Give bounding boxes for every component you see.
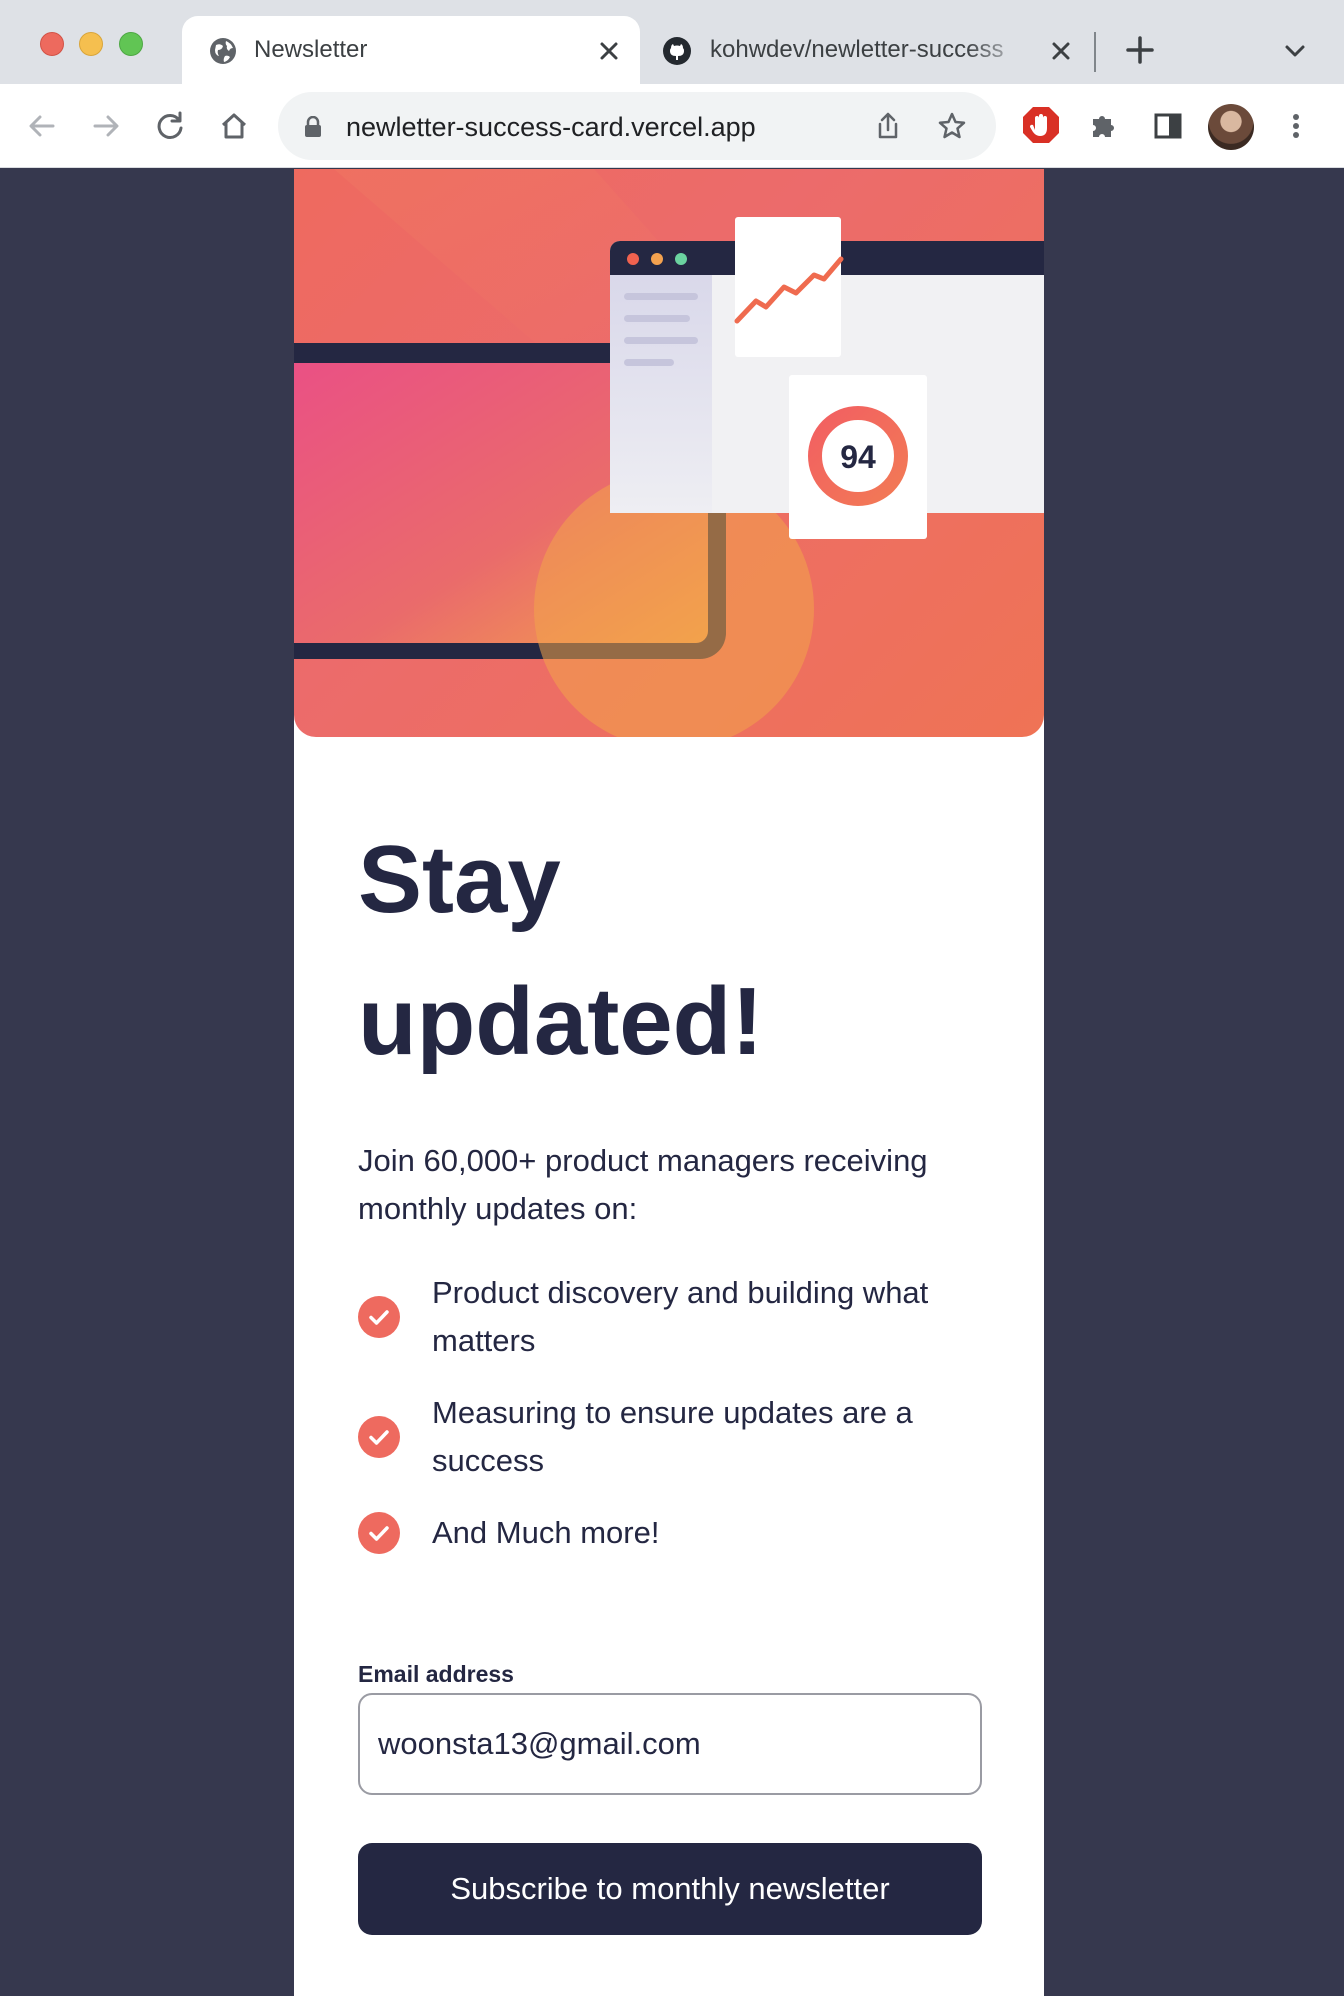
tab-newsletter[interactable]: Newsletter: [182, 16, 640, 84]
new-tab-button[interactable]: [1124, 34, 1156, 66]
arrow-right-icon: [93, 115, 119, 137]
check-icon: [358, 1416, 400, 1458]
title-line-1: Stay: [358, 826, 561, 933]
forward-button[interactable]: [86, 106, 126, 146]
tab-title: kohwdev/newletter-success: [710, 36, 1004, 63]
list-item: Product discovery and building what matt…: [358, 1269, 988, 1365]
tab-separator: [1094, 32, 1096, 72]
page-background: 94 Stay updated! Join 60,000+ product ma…: [0, 169, 1344, 1996]
benefits-list: Product discovery and building what matt…: [358, 1269, 988, 1557]
window-close-button[interactable]: [40, 32, 64, 56]
reload-icon: [157, 111, 183, 139]
email-label: Email address: [358, 1661, 514, 1687]
back-button[interactable]: [22, 106, 62, 146]
bookmark-star-icon[interactable]: [936, 110, 968, 142]
tab-title: Newsletter: [254, 36, 368, 63]
arrow-left-icon: [29, 115, 55, 137]
share-icon[interactable]: [872, 110, 904, 142]
newsletter-card: 94 Stay updated! Join 60,000+ product ma…: [294, 169, 1044, 1996]
title-line-2: updated!: [358, 968, 764, 1075]
list-item: And Much more!: [358, 1509, 988, 1557]
page-title: Stay updated!: [358, 809, 988, 1093]
tab-github[interactable]: kohwdev/newletter-success: [642, 16, 1092, 84]
check-icon: [358, 1296, 400, 1338]
address-bar[interactable]: newletter-success-card.vercel.app: [278, 92, 996, 160]
browser-menu-button[interactable]: [1276, 106, 1316, 146]
reload-button[interactable]: [150, 106, 190, 146]
home-icon: [221, 113, 247, 139]
globe-icon: [210, 38, 236, 64]
score-value: 94: [840, 439, 876, 475]
chevron-down-icon[interactable]: [1280, 36, 1310, 66]
side-panel-button[interactable]: [1148, 106, 1188, 146]
extensions-button[interactable]: [1084, 106, 1124, 146]
puzzle-icon: [1093, 116, 1114, 137]
close-icon[interactable]: [596, 38, 622, 64]
window-zoom-button[interactable]: [119, 32, 143, 56]
lock-icon: [305, 116, 321, 137]
benefit-text: Measuring to ensure updates are a succes…: [432, 1395, 913, 1478]
adblock-extension-icon[interactable]: [1020, 104, 1062, 146]
benefit-text: And Much more!: [432, 1515, 660, 1550]
profile-avatar[interactable]: [1208, 104, 1254, 150]
intro-text: Join 60,000+ product managers receiving …: [358, 1143, 928, 1226]
home-button[interactable]: [214, 106, 254, 146]
subscribe-button[interactable]: Subscribe to monthly newsletter: [358, 1843, 982, 1935]
window-minimize-button[interactable]: [79, 32, 103, 56]
email-field[interactable]: [358, 1693, 982, 1795]
url-text: newletter-success-card.vercel.app: [346, 112, 756, 142]
benefit-text: Product discovery and building what matt…: [432, 1275, 929, 1358]
hero-illustration: 94: [294, 169, 1044, 737]
dashboard-illustration: 94: [294, 169, 1044, 737]
github-icon: [663, 37, 691, 65]
side-panel-icon: [1154, 113, 1182, 139]
browser-toolbar: newletter-success-card.vercel.app: [0, 84, 1344, 168]
list-item: Measuring to ensure updates are a succes…: [358, 1389, 988, 1485]
card-content: Stay updated! Join 60,000+ product manag…: [358, 809, 988, 1581]
browser-tab-bar: Newsletter kohwdev/newletter-success: [0, 0, 1344, 84]
close-icon[interactable]: [1048, 38, 1074, 64]
more-vertical-icon: [1293, 114, 1299, 138]
check-icon: [358, 1512, 400, 1554]
